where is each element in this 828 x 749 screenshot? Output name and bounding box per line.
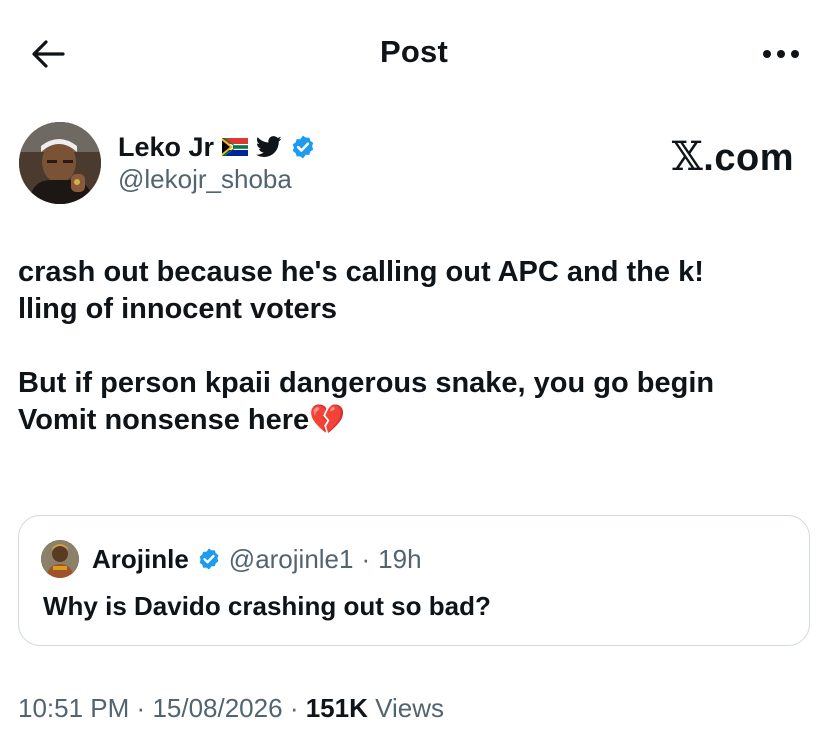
quote-time: 19h [378, 543, 422, 574]
twitter-bird-icon [256, 136, 282, 157]
author-name-row: Leko Jr [118, 130, 316, 164]
tweet-text: crash out because he's calling out APC a… [18, 256, 715, 436]
post-page: Post Leko Jr @lekojr_shoba 𝕏.com crash o… [0, 0, 828, 749]
quote-author-avatar [41, 540, 79, 578]
page-title: Post [380, 34, 448, 69]
x-com-watermark: 𝕏.com [672, 134, 794, 180]
south-africa-flag-icon [222, 138, 249, 156]
author-name[interactable]: Leko Jr [118, 132, 214, 163]
post-date[interactable]: 15/08/2026 [152, 693, 282, 723]
author-handle[interactable]: @lekojr_shoba [118, 164, 292, 195]
quote-avatar-image [41, 540, 79, 578]
more-options-button[interactable] [756, 36, 806, 72]
meta-separator: · [136, 693, 146, 723]
watermark-text: .com [703, 137, 794, 179]
post-meta: 10:51 PM · 15/08/2026 · 151K Views [18, 693, 444, 724]
x-logo-icon: 𝕏 [671, 134, 704, 180]
avatar-image [19, 122, 101, 204]
author-avatar[interactable] [19, 122, 101, 204]
meta-separator: · [289, 693, 299, 723]
quote-author-name: Arojinle [92, 543, 189, 574]
quote-text: Why is Davido crashing out so bad? [43, 591, 491, 621]
quoted-tweet-card[interactable]: Arojinle @arojinle1 · 19h Why is Davido … [18, 515, 810, 646]
verified-badge-icon [199, 548, 219, 570]
views-count: 151K [305, 693, 368, 723]
post-time[interactable]: 10:51 PM [18, 693, 129, 723]
views-label: Views [375, 693, 444, 723]
quote-header: Arojinle @arojinle1 · 19h [92, 542, 422, 576]
top-bar: Post [0, 0, 828, 104]
quote-separator: · [361, 543, 371, 574]
verified-badge-icon [292, 135, 314, 159]
more-dots-icon [763, 50, 799, 58]
quote-author-handle: @arojinle1 [228, 543, 354, 574]
